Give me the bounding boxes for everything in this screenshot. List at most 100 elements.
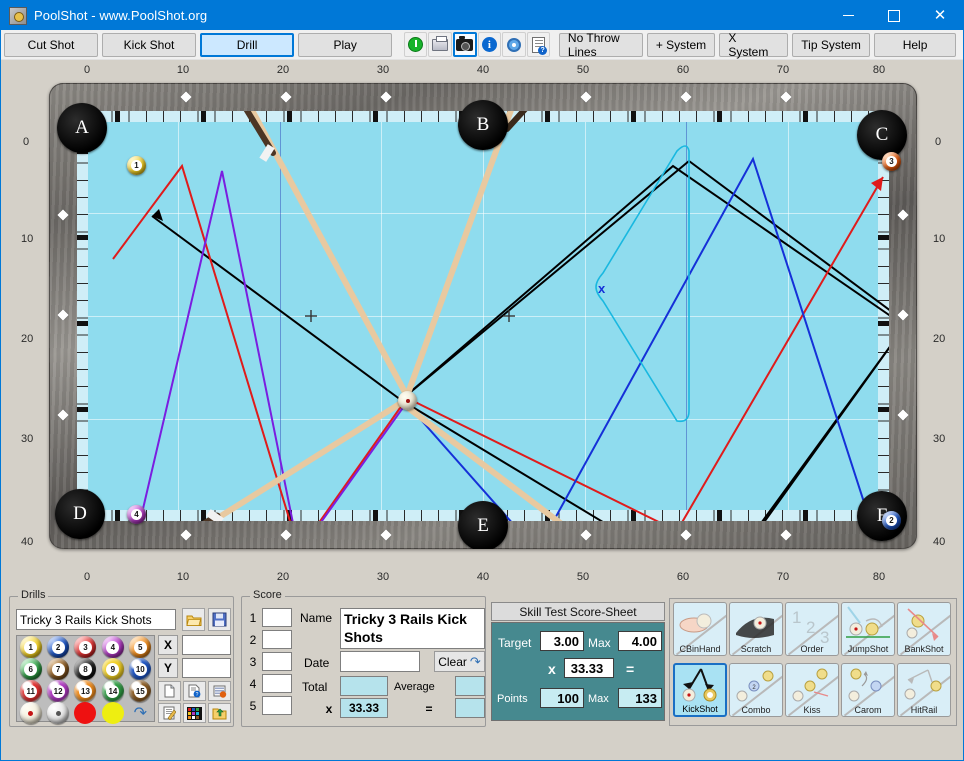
maximize-button[interactable] — [871, 1, 917, 30]
score-date-input[interactable] — [340, 651, 420, 672]
cue-ball-swatch[interactable] — [19, 702, 42, 724]
rail-diamond — [280, 91, 292, 103]
palette-ball-3[interactable]: 3 — [74, 636, 97, 658]
palette-ball-8[interactable]: 8 — [74, 658, 97, 680]
power-icon[interactable] — [403, 32, 428, 57]
undo-arrow-icon[interactable]: ↷ — [134, 703, 147, 723]
y-coord-label[interactable]: Y — [158, 658, 178, 678]
ruler-top: 0 10 20 30 40 50 60 70 80 — [1, 61, 963, 81]
skill-equals-label: = — [626, 661, 635, 677]
palette-ball-4[interactable]: 4 — [101, 636, 124, 658]
rail-diamond — [680, 529, 692, 541]
table-cloth[interactable]: x 1 3 4 2 — [77, 111, 901, 530]
ball-4[interactable]: 4 — [127, 505, 146, 524]
yellow-spot-swatch[interactable] — [101, 702, 124, 724]
palette-ball-1[interactable]: 1 — [19, 636, 42, 658]
pocket-d[interactable]: D — [55, 489, 105, 539]
palette-ball-10[interactable]: 10 — [129, 658, 152, 680]
shot-type-bankshot[interactable]: BankShot — [897, 602, 951, 656]
shot-type-order[interactable]: 123 Order — [785, 602, 839, 656]
drill-name-input[interactable]: Tricky 3 Rails Kick Shots — [16, 609, 176, 630]
shot-type-carom[interactable]: Carom — [841, 663, 895, 717]
table-report-icon[interactable] — [208, 681, 231, 701]
shot-type-cbinhand[interactable]: CBinHand — [673, 602, 727, 656]
rail-diamond — [280, 529, 292, 541]
score-row-input-1[interactable] — [262, 608, 292, 627]
cue-ball[interactable] — [398, 391, 417, 410]
palette-ball-9[interactable]: 9 — [101, 658, 124, 680]
date-label: Date — [304, 655, 330, 670]
x-coord-input[interactable] — [182, 635, 231, 655]
pocket-c[interactable]: C — [857, 110, 907, 160]
close-button[interactable]: ✕ — [917, 1, 963, 30]
target-max-value[interactable]: 4.00 — [618, 631, 662, 651]
save-disk-icon[interactable] — [208, 608, 231, 631]
x-coord-label[interactable]: X — [158, 635, 178, 655]
camera-icon[interactable] — [452, 32, 477, 57]
pocket-a[interactable]: A — [57, 103, 107, 153]
button-help[interactable]: Help — [874, 32, 956, 57]
ball-2[interactable]: 2 — [882, 511, 901, 530]
export-folder-icon[interactable] — [208, 703, 231, 723]
skill-test-body: Target 3.00 Max 4.00 x 33.33 = Points 10… — [491, 622, 665, 721]
print-icon[interactable] — [428, 32, 452, 57]
info-icon[interactable]: i — [477, 32, 502, 57]
y-coord-input[interactable] — [182, 658, 231, 678]
open-folder-icon[interactable] — [182, 608, 205, 631]
palette-ball-5[interactable]: 5 — [129, 636, 152, 658]
minimize-button[interactable] — [825, 1, 871, 30]
tab-play[interactable]: Play — [298, 32, 393, 57]
palette-ball-14[interactable]: 14 — [101, 680, 124, 702]
pool-table[interactable]: x 1 3 4 2 A B C D E — [49, 83, 917, 549]
multiplier-value[interactable]: 33.33 — [340, 698, 388, 718]
pocket-e[interactable]: E — [458, 501, 508, 549]
edit-notes-icon[interactable] — [158, 703, 181, 723]
score-row-input-4[interactable] — [262, 674, 292, 693]
button-tip-system[interactable]: Tip System — [792, 32, 871, 57]
help-doc-icon[interactable]: ? — [183, 681, 206, 701]
tab-cut-shot[interactable]: Cut Shot — [4, 32, 99, 57]
score-row-input-3[interactable] — [262, 652, 292, 671]
shot-type-combo[interactable]: 2 Combo — [729, 663, 783, 717]
points-max-label: Max — [588, 693, 609, 705]
drill-ball-palette[interactable]: 1 2 3 4 5 6 7 8 9 10 11 12 13 14 15 ↷ — [16, 635, 155, 724]
palette-ball-11[interactable]: 11 — [19, 680, 42, 702]
score-row-input-2[interactable] — [262, 630, 292, 649]
button-no-throw-lines[interactable]: No Throw Lines — [558, 31, 643, 59]
new-page-icon[interactable] — [158, 681, 181, 701]
settings-gear-icon[interactable] — [502, 32, 526, 57]
palette-ball-2[interactable]: 2 — [47, 636, 70, 658]
palette-ball-13[interactable]: 13 — [74, 680, 97, 702]
shot-type-scratch[interactable]: Scratch — [729, 602, 783, 656]
palette-ball-6[interactable]: 6 — [19, 658, 42, 680]
ruler-right-tick: 10 — [933, 233, 946, 245]
help-doc-icon[interactable] — [526, 32, 551, 57]
pocket-b[interactable]: B — [458, 100, 508, 150]
score-row-input-5[interactable] — [262, 696, 292, 715]
target-value[interactable]: 3.00 — [540, 631, 584, 651]
ball-1[interactable]: 1 — [127, 156, 146, 175]
palette-ball-7[interactable]: 7 — [47, 658, 70, 680]
color-palette-icon[interactable] — [183, 703, 206, 723]
pool-table-area[interactable]: 0 10 20 30 40 50 60 70 80 0 10 20 30 40 … — [1, 61, 963, 588]
svg-text:x: x — [598, 281, 606, 296]
palette-ball-12[interactable]: 12 — [47, 680, 70, 702]
shot-type-kiss[interactable]: Kiss — [785, 663, 839, 717]
palette-ball-15[interactable]: 15 — [129, 680, 152, 702]
shot-type-label: KickShot — [682, 704, 718, 714]
button-plus-system[interactable]: + System — [646, 32, 716, 57]
score-name-input[interactable]: Tricky 3 Rails Kick Shots — [340, 608, 485, 649]
tab-drill[interactable]: Drill — [200, 32, 295, 57]
shot-type-jumpshot[interactable]: JumpShot — [841, 602, 895, 656]
clear-button[interactable]: Clear ↷ — [434, 651, 485, 672]
button-x-system[interactable]: X System — [719, 31, 789, 59]
shot-type-hitrail[interactable]: HitRail — [897, 663, 951, 717]
shot-type-panel: CBinHand Scratch 123 Order JumpShot Bank… — [669, 598, 957, 726]
ball-3[interactable]: 3 — [882, 152, 901, 171]
red-spot-swatch[interactable] — [74, 702, 97, 724]
window-title: PoolShot - www.PoolShot.org — [34, 8, 208, 23]
grey-ball-swatch[interactable] — [47, 702, 70, 724]
skill-multiplier-value[interactable]: 33.33 — [564, 658, 614, 678]
tab-kick-shot[interactable]: Kick Shot — [102, 32, 197, 57]
shot-type-kickshot[interactable]: KickShot — [673, 663, 727, 717]
